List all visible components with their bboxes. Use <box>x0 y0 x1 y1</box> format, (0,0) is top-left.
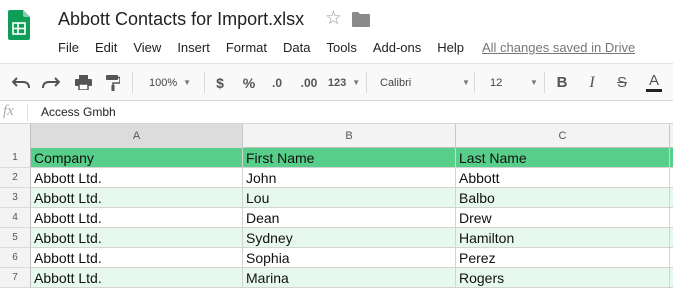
undo-icon <box>12 76 30 88</box>
table-row: 6 Abbott Ltd. Sophia Perez <box>0 248 673 268</box>
cell-b1[interactable]: First Name <box>243 148 456 168</box>
cell-c7[interactable]: Rogers <box>456 268 670 288</box>
undo-button[interactable] <box>8 64 34 101</box>
font-family-value: Calibri <box>380 76 412 89</box>
bold-button[interactable]: B <box>552 64 572 101</box>
redo-button[interactable] <box>38 64 64 101</box>
number-format-select[interactable]: 123 ▼ <box>326 64 362 101</box>
cell-a2[interactable]: Abbott Ltd. <box>31 168 243 188</box>
text-color-button[interactable]: A <box>642 64 666 101</box>
cell-b4[interactable]: Dean <box>243 208 456 228</box>
menu-edit[interactable]: Edit <box>95 40 117 55</box>
italic-button[interactable]: I <box>582 64 602 101</box>
zoom-select[interactable]: 100% ▼ <box>140 64 200 101</box>
column-header-b[interactable]: B <box>243 124 456 148</box>
cell-a3[interactable]: Abbott Ltd. <box>31 188 243 208</box>
cell-a6[interactable]: Abbott Ltd. <box>31 248 243 268</box>
column-header-c[interactable]: C <box>456 124 670 148</box>
row-header[interactable]: 7 <box>0 268 31 288</box>
title-bar: Abbott Contacts for Import.xlsx ☆ File E… <box>0 0 673 62</box>
cell-c6[interactable]: Perez <box>456 248 670 268</box>
row-header[interactable]: 6 <box>0 248 31 268</box>
cell-a1[interactable]: Company <box>31 148 243 168</box>
select-all-corner[interactable] <box>0 124 31 148</box>
text-color-swatch <box>646 88 662 92</box>
row-header[interactable]: 2 <box>0 168 31 188</box>
chevron-down-icon: ▼ <box>352 78 361 87</box>
strikethrough-button[interactable]: S <box>612 64 632 101</box>
cell-b5[interactable]: Sydney <box>243 228 456 248</box>
print-button[interactable] <box>70 64 96 101</box>
paint-format-icon <box>106 74 120 91</box>
toolbar-separator <box>132 72 133 93</box>
menu-view[interactable]: View <box>133 40 161 55</box>
menu-format[interactable]: Format <box>226 40 267 55</box>
formula-divider <box>27 104 28 121</box>
row-header[interactable]: 1 <box>0 148 31 168</box>
cell-a4[interactable]: Abbott Ltd. <box>31 208 243 228</box>
star-icon[interactable]: ☆ <box>325 9 342 29</box>
number-format-label: 123 <box>327 76 347 89</box>
folder-icon[interactable] <box>352 12 370 27</box>
cell-b2[interactable]: John <box>243 168 456 188</box>
fx-icon: fx <box>3 103 14 119</box>
table-row: 4 Abbott Ltd. Dean Drew <box>0 208 673 228</box>
redo-icon <box>42 76 60 88</box>
toolbar-separator <box>474 72 475 93</box>
percent-format-button[interactable]: % <box>238 64 260 101</box>
menu-file[interactable]: File <box>58 40 79 55</box>
toolbar-separator <box>544 72 545 93</box>
table-row: 1 Company First Name Last Name <box>0 148 673 168</box>
table-row: 2 Abbott Ltd. John Abbott <box>0 168 673 188</box>
cell-c1[interactable]: Last Name <box>456 148 670 168</box>
toolbar-separator <box>204 72 205 93</box>
sheets-logo-icon[interactable] <box>8 10 30 40</box>
row-header[interactable]: 5 <box>0 228 31 248</box>
font-family-select[interactable]: Calibri ▼ <box>372 64 470 101</box>
cell-a7[interactable]: Abbott Ltd. <box>31 268 243 288</box>
decrease-decimal-button[interactable]: .0 <box>265 64 289 101</box>
cell-a5[interactable]: Abbott Ltd. <box>31 228 243 248</box>
text-color-label: A <box>648 71 659 89</box>
menu-tools[interactable]: Tools <box>326 40 356 55</box>
cell-b6[interactable]: Sophia <box>243 248 456 268</box>
currency-format-button[interactable]: $ <box>210 64 230 101</box>
font-size-select[interactable]: 12 ▼ <box>480 64 540 101</box>
formula-bar: fx Access Gmbh <box>0 101 673 124</box>
row-header[interactable]: 3 <box>0 188 31 208</box>
font-size-value: 12 <box>490 76 503 89</box>
table-row: 5 Abbott Ltd. Sydney Hamilton <box>0 228 673 248</box>
table-row: 7 Abbott Ltd. Marina Rogers <box>0 268 673 288</box>
cell-c4[interactable]: Drew <box>456 208 670 228</box>
menu-insert[interactable]: Insert <box>177 40 210 55</box>
chevron-down-icon: ▼ <box>183 78 192 87</box>
menu-bar: File Edit View Insert Format Data Tools … <box>58 39 635 55</box>
menu-data[interactable]: Data <box>283 40 310 55</box>
paint-format-button[interactable] <box>100 64 126 101</box>
spreadsheet-grid: A B C 1 Company First Name Last Name 2 A… <box>0 124 673 291</box>
document-title[interactable]: Abbott Contacts for Import.xlsx <box>58 9 304 30</box>
row-header[interactable]: 4 <box>0 208 31 228</box>
zoom-value: 100% <box>148 76 178 89</box>
column-header-a[interactable]: A <box>31 124 243 148</box>
table-row: 3 Abbott Ltd. Lou Balbo <box>0 188 673 208</box>
increase-decimal-button[interactable]: .00 <box>294 64 324 101</box>
cell-c5[interactable]: Hamilton <box>456 228 670 248</box>
cell-c3[interactable]: Balbo <box>456 188 670 208</box>
saved-status-link[interactable]: All changes saved in Drive <box>482 40 635 55</box>
chevron-down-icon: ▼ <box>530 78 538 87</box>
cell-b3[interactable]: Lou <box>243 188 456 208</box>
print-icon <box>74 75 92 90</box>
menu-help[interactable]: Help <box>437 40 464 55</box>
chevron-down-icon: ▼ <box>462 78 470 87</box>
column-header-row: A B C <box>0 124 673 148</box>
cell-c2[interactable]: Abbott <box>456 168 670 188</box>
toolbar: 100% ▼ $ % .0 .00 123 ▼ Calibri ▼ 12 ▼ B… <box>0 63 673 101</box>
formula-input[interactable]: Access Gmbh <box>41 105 116 119</box>
menu-add-ons[interactable]: Add-ons <box>373 40 421 55</box>
toolbar-separator <box>366 72 367 93</box>
cell-b7[interactable]: Marina <box>243 268 456 288</box>
